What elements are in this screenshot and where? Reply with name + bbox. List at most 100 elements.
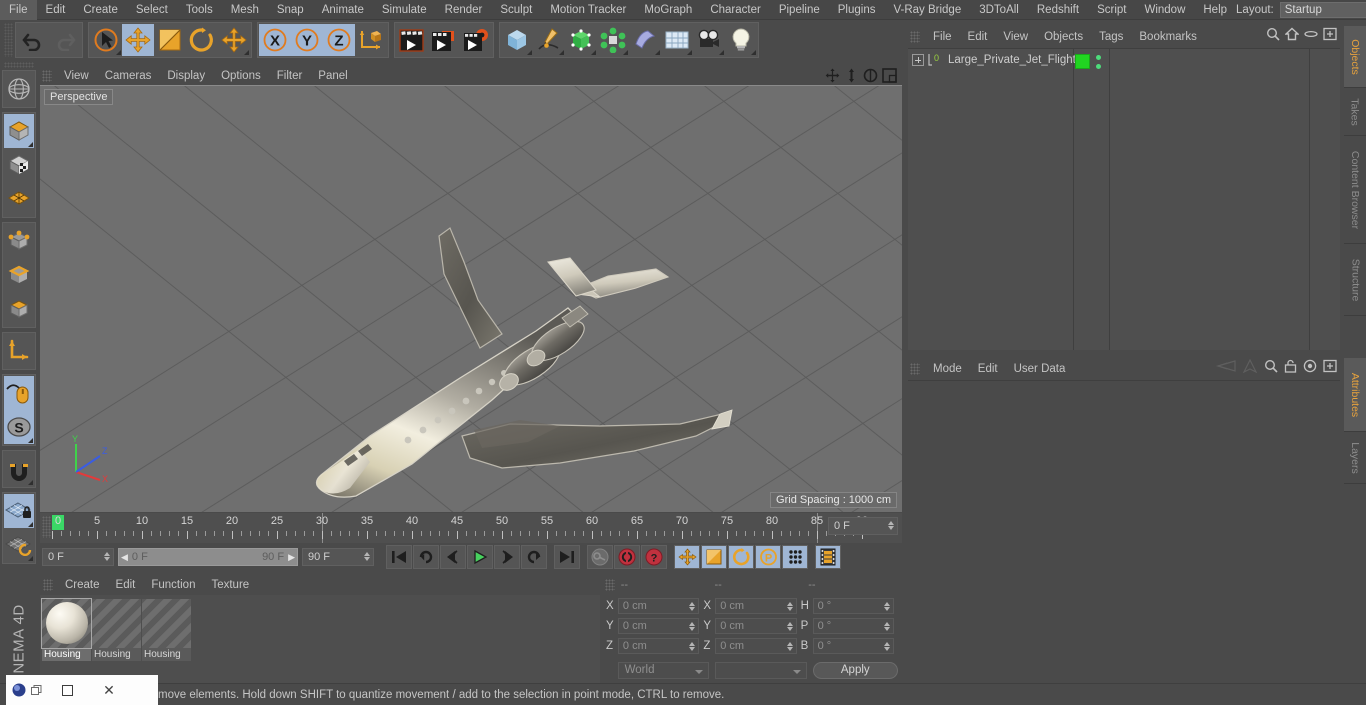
tool-options-corner[interactable] <box>719 50 724 55</box>
menu-item-redshift[interactable]: Redshift <box>1028 0 1088 20</box>
menu-item-create[interactable]: Create <box>74 0 127 20</box>
coord-input-rot-h[interactable]: 0 ° <box>812 598 894 614</box>
auto-keyframing-button[interactable]: ? <box>641 545 667 569</box>
viewport-menu-cameras[interactable]: Cameras <box>97 70 160 82</box>
am-menu-edit[interactable]: Edit <box>970 363 1006 375</box>
lock-workplane-button[interactable] <box>4 494 34 529</box>
menu-item-simulate[interactable]: Simulate <box>373 0 436 20</box>
spinner-icon[interactable] <box>883 622 890 631</box>
render-view-button[interactable] <box>396 24 428 56</box>
coordinate-grip[interactable] <box>605 579 615 591</box>
go-to-end-button[interactable] <box>554 545 580 569</box>
tool-options-corner[interactable] <box>116 50 121 55</box>
object-tag-green[interactable] <box>1075 54 1090 69</box>
object-tree[interactable]: 0 Large_Private_Jet_Flight <box>908 48 1340 350</box>
world-object-coord-button[interactable] <box>355 24 387 56</box>
coord-input-pos-z[interactable]: 0 cm <box>617 638 700 654</box>
menu-item-plugins[interactable]: Plugins <box>829 0 885 20</box>
material-grip[interactable] <box>43 579 53 591</box>
make-editable-button[interactable] <box>4 72 34 107</box>
material-chip[interactable]: Housing <box>142 599 191 661</box>
material-chip[interactable]: Housing <box>92 599 141 661</box>
menu-item-vray-bridge[interactable]: V-Ray Bridge <box>884 0 970 20</box>
spinner-icon[interactable] <box>689 622 696 631</box>
lock-icon[interactable] <box>1284 359 1297 378</box>
menu-item-mesh[interactable]: Mesh <box>222 0 268 20</box>
spinner-icon[interactable] <box>786 622 793 631</box>
key-point-level-button[interactable] <box>782 545 808 569</box>
tool-options-corner[interactable] <box>559 50 564 55</box>
menu-item-snap[interactable]: Snap <box>268 0 313 20</box>
menu-item-pipeline[interactable]: Pipeline <box>770 0 829 20</box>
undo-button[interactable] <box>17 24 49 56</box>
search-icon[interactable] <box>1264 359 1278 378</box>
go-back-frame-button[interactable] <box>440 545 466 569</box>
home-icon[interactable] <box>1284 27 1300 46</box>
add-camera-button[interactable] <box>693 24 725 56</box>
previous-key-button[interactable] <box>413 545 439 569</box>
key-scale-button[interactable] <box>701 545 727 569</box>
redo-button[interactable] <box>49 24 81 56</box>
scale-tool-button[interactable] <box>154 24 186 56</box>
menu-item-mograph[interactable]: MoGraph <box>635 0 701 20</box>
am-menu-user-data[interactable]: User Data <box>1006 363 1074 375</box>
timeline-track[interactable]: 051015202530354045505560657075808590 <box>52 513 868 543</box>
attribute-content[interactable] <box>908 380 1340 676</box>
om-menu-tags[interactable]: Tags <box>1091 31 1131 43</box>
record-active-objects-button[interactable] <box>614 545 640 569</box>
tool-options-corner[interactable] <box>751 50 756 55</box>
search-icon[interactable] <box>1266 27 1280 46</box>
pan-view-icon[interactable] <box>825 68 840 83</box>
timeline-frame-field[interactable]: 0 F <box>828 517 898 535</box>
timeline-ruler[interactable]: 051015202530354045505560657075808590 0 F <box>40 513 902 543</box>
coord-input-rot-b[interactable]: 0 ° <box>812 638 894 654</box>
menu-item-tools[interactable]: Tools <box>177 0 222 20</box>
viewport-menu-view[interactable]: View <box>56 70 97 82</box>
key-rotation-button[interactable] <box>728 545 754 569</box>
move-tool-button[interactable] <box>122 24 154 56</box>
range-left-arrow-icon[interactable]: ◀ <box>121 552 128 563</box>
spinner-icon[interactable] <box>786 602 793 611</box>
app-icon[interactable] <box>6 681 46 699</box>
material-chip[interactable]: Housing <box>41 598 92 661</box>
add-cube-button[interactable] <box>501 24 533 56</box>
add-deformer-button[interactable] <box>629 24 661 56</box>
timeline-grip[interactable] <box>42 516 51 538</box>
add-spline-button[interactable] <box>533 24 565 56</box>
tool-options-corner[interactable] <box>28 480 33 486</box>
tab-structure[interactable]: Structure <box>1344 244 1366 316</box>
close-button[interactable]: ✕ <box>88 675 130 705</box>
points-mode-button[interactable] <box>4 224 34 259</box>
material-menu-function[interactable]: Function <box>143 579 203 591</box>
om-menu-edit[interactable]: Edit <box>960 31 996 43</box>
go-to-start-button[interactable] <box>386 545 412 569</box>
tool-options-corner[interactable] <box>28 438 33 444</box>
next-key-button[interactable] <box>521 545 547 569</box>
spinner-icon[interactable] <box>104 552 110 561</box>
tool-options-corner[interactable] <box>623 50 628 55</box>
key-pla-button[interactable]: P <box>755 545 781 569</box>
am-menu-mode[interactable]: Mode <box>925 363 970 375</box>
object-tree-row[interactable]: 0 Large_Private_Jet_Flight <box>908 51 1340 69</box>
soft-selection-button[interactable]: S <box>4 410 34 445</box>
menu-item-file[interactable]: File <box>0 0 37 20</box>
menu-item-animate[interactable]: Animate <box>313 0 373 20</box>
spinner-icon[interactable] <box>689 602 696 611</box>
tool-options-corner[interactable] <box>28 556 33 562</box>
minimize-button[interactable] <box>46 675 88 705</box>
menu-item-help[interactable]: Help <box>1194 0 1236 20</box>
rotate-view-icon[interactable] <box>863 68 878 83</box>
tab-takes[interactable]: Takes <box>1344 88 1366 136</box>
axis-x-lock-button[interactable]: X <box>259 24 291 56</box>
tool-options-corner[interactable] <box>28 522 33 528</box>
attribute-manager-grip[interactable] <box>910 362 920 375</box>
material-menu-texture[interactable]: Texture <box>203 579 257 591</box>
texture-mode-button[interactable] <box>4 148 34 183</box>
uv-mode-button[interactable] <box>4 182 34 217</box>
expand-toggle-icon[interactable] <box>912 54 924 66</box>
om-menu-file[interactable]: File <box>925 31 960 43</box>
dolly-view-icon[interactable] <box>844 68 859 83</box>
om-menu-objects[interactable]: Objects <box>1036 31 1091 43</box>
material-list[interactable]: Housing Housing Housing <box>40 595 600 686</box>
edges-mode-button[interactable] <box>4 258 34 293</box>
